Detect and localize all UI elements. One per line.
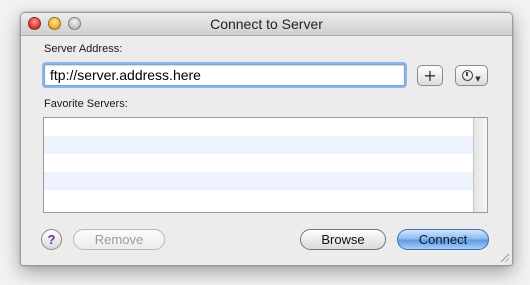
list-row xyxy=(44,190,487,208)
list-row xyxy=(44,136,487,154)
list-row xyxy=(44,172,487,190)
server-address-input[interactable] xyxy=(44,64,405,86)
server-address-label: Server Address: xyxy=(44,43,123,55)
resize-grip[interactable] xyxy=(499,252,509,262)
browse-button[interactable]: Browse xyxy=(300,229,386,250)
plus-icon: + xyxy=(423,66,437,85)
browse-button-label: Browse xyxy=(321,232,365,247)
list-row xyxy=(44,154,487,172)
add-favorite-button[interactable]: + xyxy=(417,65,443,86)
window-title: Connect to Server xyxy=(210,16,323,32)
favorite-servers-label: Favorite Servers: xyxy=(44,98,128,110)
connect-button[interactable]: Connect xyxy=(397,229,489,250)
help-button[interactable]: ? xyxy=(41,229,62,250)
connect-to-server-window: Connect to Server Server Address: + ▼ Fa… xyxy=(20,12,513,266)
chevron-down-icon: ▼ xyxy=(475,74,481,83)
help-icon: ? xyxy=(47,232,56,247)
favorite-servers-list[interactable] xyxy=(43,117,488,213)
list-row xyxy=(44,118,487,136)
recent-servers-button[interactable]: ▼ xyxy=(455,65,488,86)
title-bar[interactable]: Connect to Server xyxy=(21,13,512,36)
list-scrollbar[interactable] xyxy=(473,118,487,212)
remove-button[interactable]: Remove xyxy=(73,229,165,250)
remove-button-label: Remove xyxy=(94,232,144,247)
clock-icon xyxy=(462,70,474,81)
connect-button-label: Connect xyxy=(418,232,468,247)
